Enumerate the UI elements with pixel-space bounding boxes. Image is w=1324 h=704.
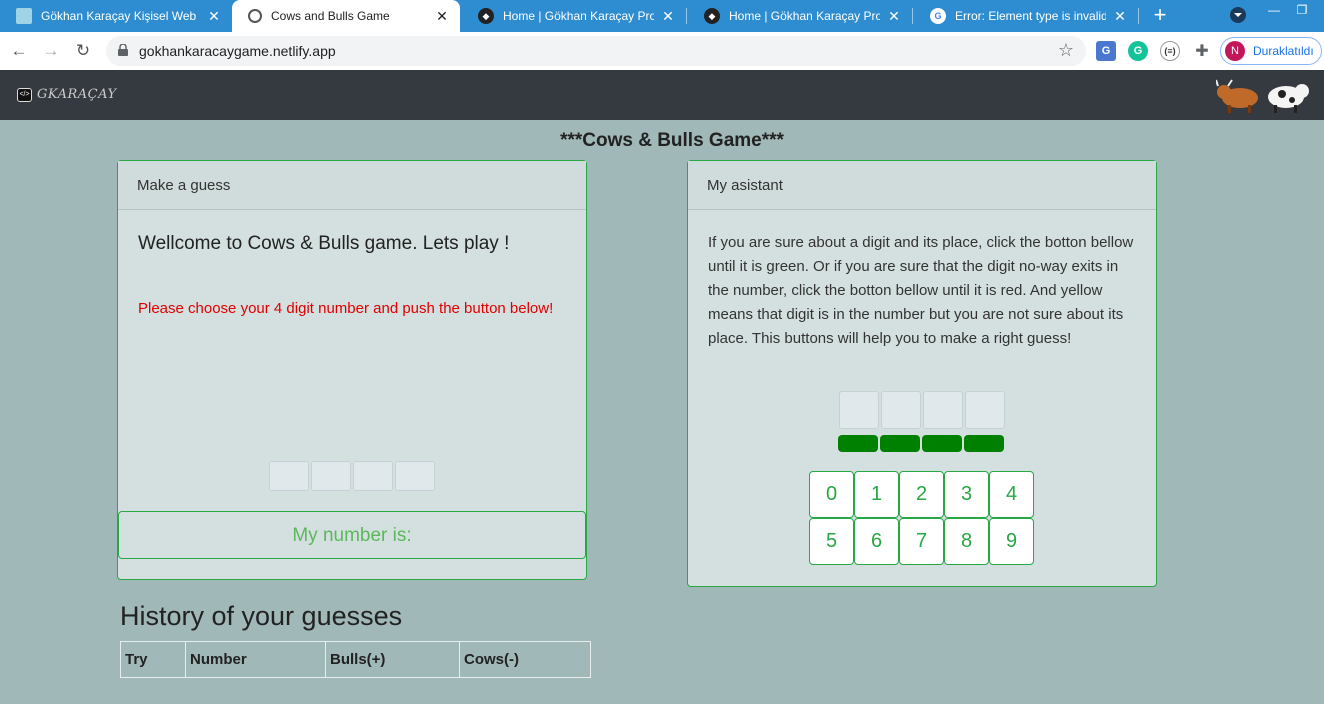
position-status-bar[interactable] (880, 435, 920, 452)
digit-button-9[interactable]: 9 (989, 518, 1034, 565)
browser-tab[interactable]: ◆ Home | Gökhan Karaçay Projec ✕ (462, 0, 686, 32)
history-title: History of your guesses (120, 601, 403, 631)
browser-tab-strip: Gökhan Karaçay Kişisel Web Sit ✕ Cows an… (0, 0, 1324, 32)
restore-window-icon[interactable]: ❐ (1292, 0, 1312, 20)
forward-arrow-icon[interactable]: → (40, 40, 62, 62)
site-navbar: </> GKARAÇAY (0, 70, 1324, 120)
netlify-favicon-icon: ◆ (478, 8, 494, 24)
digit-button-7[interactable]: 7 (899, 518, 944, 565)
tab-title: Home | Gökhan Karaçay Projec (503, 9, 654, 23)
lock-icon (118, 44, 128, 56)
guess-digit-input[interactable] (311, 461, 351, 491)
tab-search-icon[interactable] (1226, 6, 1250, 26)
google-favicon-icon: G (930, 8, 946, 24)
assistant-card-header: My asistant (688, 161, 1156, 210)
guess-digit-input[interactable] (395, 461, 435, 491)
digit-button-4[interactable]: 4 (989, 471, 1034, 518)
site-logo[interactable]: </> GKARAÇAY (17, 87, 117, 102)
choose-number-prompt: Please choose your 4 digit number and pu… (138, 300, 554, 317)
column-header-bulls: Bulls(+) (325, 641, 460, 678)
assistant-card: My asistant If you are sure about a digi… (687, 160, 1157, 587)
close-tab-icon[interactable]: ✕ (206, 8, 222, 25)
close-tab-icon[interactable]: ✕ (1112, 8, 1128, 25)
minimize-window-icon[interactable]: — (1264, 0, 1284, 20)
url-text: gokhankaracaygame.netlify.app (139, 43, 336, 59)
position-status-bar[interactable] (922, 435, 962, 452)
guess-card: Make a guess Wellcome to Cows & Bulls ga… (117, 160, 587, 580)
close-tab-icon[interactable]: ✕ (886, 8, 902, 25)
extension-icon[interactable]: (≡) (1160, 41, 1180, 61)
back-arrow-icon[interactable]: ← (8, 40, 30, 62)
column-header-number: Number (185, 641, 326, 678)
translate-extension-icon[interactable]: G (1096, 41, 1116, 61)
assistant-digit-slot[interactable] (965, 391, 1005, 429)
assistant-digit-slot[interactable] (881, 391, 921, 429)
tab-title: Cows and Bulls Game (271, 9, 390, 23)
bookmark-star-icon[interactable]: ☆ (1058, 40, 1074, 61)
close-tab-icon[interactable]: ✕ (434, 8, 450, 25)
tab-title: Gökhan Karaçay Kişisel Web Sit (41, 9, 200, 23)
column-header-try: Try (120, 641, 186, 678)
assistant-instructions: If you are sure about a digit and its pl… (708, 234, 1134, 347)
digit-button-1[interactable]: 1 (854, 471, 899, 518)
image-favicon-icon (16, 8, 32, 24)
address-bar[interactable]: gokhankaracaygame.netlify.app ☆ (106, 36, 1086, 66)
browser-toolbar: ← → ↻ gokhankaracaygame.netlify.app ☆ G … (0, 32, 1324, 70)
reload-icon[interactable]: ↻ (72, 40, 94, 62)
globe-favicon-icon (248, 9, 262, 23)
new-tab-plus-icon[interactable]: + (1148, 3, 1172, 29)
tab-title: Error: Element type is invalid: e (955, 9, 1106, 23)
my-number-button[interactable]: My number is: (118, 511, 586, 559)
browser-tab[interactable]: ◆ Home | Gökhan Karaçay Projec ✕ (688, 0, 912, 32)
avatar: N (1225, 41, 1245, 61)
cow-and-bull-mascot-icon (1216, 79, 1309, 113)
guess-digit-input[interactable] (353, 461, 393, 491)
browser-tab[interactable]: G Error: Element type is invalid: e ✕ (914, 0, 1138, 32)
close-tab-icon[interactable]: ✕ (660, 8, 676, 25)
history-table: Try Number Bulls(+) Cows(-) (120, 641, 591, 678)
page-title: ***Cows & Bulls Game*** (560, 130, 784, 151)
guess-digit-input[interactable] (269, 461, 309, 491)
browser-tab-active[interactable]: Cows and Bulls Game ✕ (232, 0, 460, 32)
digit-button-0[interactable]: 0 (809, 471, 854, 518)
assistant-digit-slot[interactable] (839, 391, 879, 429)
welcome-message: Wellcome to Cows & Bulls game. Lets play… (138, 233, 510, 254)
column-header-cows: Cows(-) (459, 641, 591, 678)
digit-button-8[interactable]: 8 (944, 518, 989, 565)
puzzle-extensions-icon[interactable]: ✚ (1192, 41, 1212, 61)
guess-card-header: Make a guess (118, 161, 586, 210)
profile-button[interactable]: N Duraklatıldı (1220, 37, 1322, 65)
logo-text: GKARAÇAY (37, 87, 117, 102)
tab-title: Home | Gökhan Karaçay Projec (729, 9, 880, 23)
digit-button-6[interactable]: 6 (854, 518, 899, 565)
digit-button-2[interactable]: 2 (899, 471, 944, 518)
assistant-digit-slot[interactable] (923, 391, 963, 429)
position-status-bar[interactable] (838, 435, 878, 452)
profile-status-label: Duraklatıldı (1253, 44, 1314, 58)
position-status-bar[interactable] (964, 435, 1004, 452)
browser-tab[interactable]: Gökhan Karaçay Kişisel Web Sit ✕ (0, 0, 232, 32)
digit-button-3[interactable]: 3 (944, 471, 989, 518)
digit-button-5[interactable]: 5 (809, 518, 854, 565)
code-badge-icon: </> (17, 87, 32, 102)
grammarly-extension-icon[interactable]: G (1128, 41, 1148, 61)
netlify-favicon-icon: ◆ (704, 8, 720, 24)
